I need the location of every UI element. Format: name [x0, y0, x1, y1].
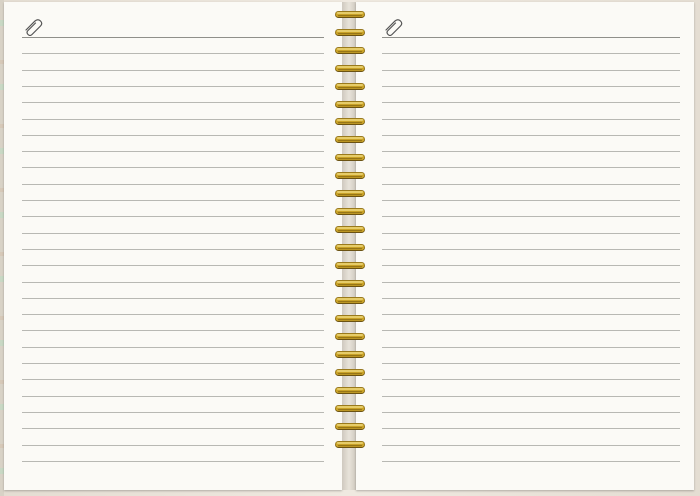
- spiral-ring: [335, 172, 365, 179]
- rule-line: [22, 216, 324, 217]
- spiral-ring: [335, 315, 365, 322]
- spiral-ring: [335, 441, 365, 448]
- rule-line: [22, 428, 324, 429]
- rule-line: [382, 70, 680, 71]
- rule-line: [22, 347, 324, 348]
- rule-line: [382, 233, 680, 234]
- rule-line: [382, 282, 680, 283]
- rule-line: [382, 379, 680, 380]
- right-page[interactable]: [356, 2, 694, 490]
- spiral-ring: [335, 65, 365, 72]
- rule-line: [22, 167, 324, 168]
- spiral-ring: [335, 136, 365, 143]
- rule-line: [22, 249, 324, 250]
- rule-line: [22, 379, 324, 380]
- rule-line: [382, 412, 680, 413]
- rule-line: [382, 184, 680, 185]
- rule-line: [22, 412, 324, 413]
- rule-line: [22, 86, 324, 87]
- rule-line: [22, 265, 324, 266]
- rule-line: [382, 428, 680, 429]
- spiral-ring: [335, 226, 365, 233]
- header-rule-line: [22, 37, 324, 38]
- rule-line: [22, 314, 324, 315]
- rule-line: [382, 102, 680, 103]
- spiral-ring: [335, 29, 365, 36]
- spiral-ring: [335, 154, 365, 161]
- spiral-ring: [335, 11, 365, 18]
- rule-line: [22, 363, 324, 364]
- spiral-ring: [335, 262, 365, 269]
- rule-line: [382, 347, 680, 348]
- spiral-ring: [335, 244, 365, 251]
- rule-line: [382, 445, 680, 446]
- paperclip-icon: [385, 19, 403, 36]
- rule-line: [382, 167, 680, 168]
- rule-line: [22, 102, 324, 103]
- rule-line: [382, 200, 680, 201]
- spiral-ring: [335, 83, 365, 90]
- rule-line: [382, 53, 680, 54]
- spiral-ring: [335, 369, 365, 376]
- rule-line: [382, 86, 680, 87]
- spiral-ring: [335, 208, 365, 215]
- rule-line: [382, 461, 680, 462]
- rule-line: [22, 53, 324, 54]
- rule-line: [22, 298, 324, 299]
- spiral-ring: [335, 118, 365, 125]
- spiral-ring: [335, 405, 365, 412]
- rule-line: [382, 363, 680, 364]
- spiral-ring: [335, 101, 365, 108]
- rule-line: [382, 119, 680, 120]
- rule-line: [382, 216, 680, 217]
- spiral-ring: [335, 387, 365, 394]
- rule-line: [22, 282, 324, 283]
- rule-line: [22, 151, 324, 152]
- rule-line: [382, 314, 680, 315]
- rule-line: [22, 445, 324, 446]
- header-rule-line: [382, 37, 680, 38]
- rule-line: [382, 151, 680, 152]
- spiral-ring: [335, 280, 365, 287]
- left-page[interactable]: [4, 2, 342, 490]
- rule-line: [382, 298, 680, 299]
- rule-line: [22, 200, 324, 201]
- paperclip-icon: [25, 19, 43, 36]
- rule-line: [22, 461, 324, 462]
- spiral-ring: [335, 333, 365, 340]
- spiral-ring: [335, 47, 365, 54]
- rule-line: [382, 135, 680, 136]
- rule-line: [382, 330, 680, 331]
- rule-line: [22, 233, 324, 234]
- spiral-ring: [335, 351, 365, 358]
- rule-line: [22, 330, 324, 331]
- rule-line: [22, 119, 324, 120]
- rule-line: [382, 265, 680, 266]
- rule-line: [22, 184, 324, 185]
- spiral-ring: [335, 423, 365, 430]
- rule-line: [382, 249, 680, 250]
- rule-line: [22, 396, 324, 397]
- rule-line: [22, 135, 324, 136]
- rule-line: [382, 396, 680, 397]
- rule-line: [22, 70, 324, 71]
- spiral-ring: [335, 297, 365, 304]
- spiral-ring: [335, 190, 365, 197]
